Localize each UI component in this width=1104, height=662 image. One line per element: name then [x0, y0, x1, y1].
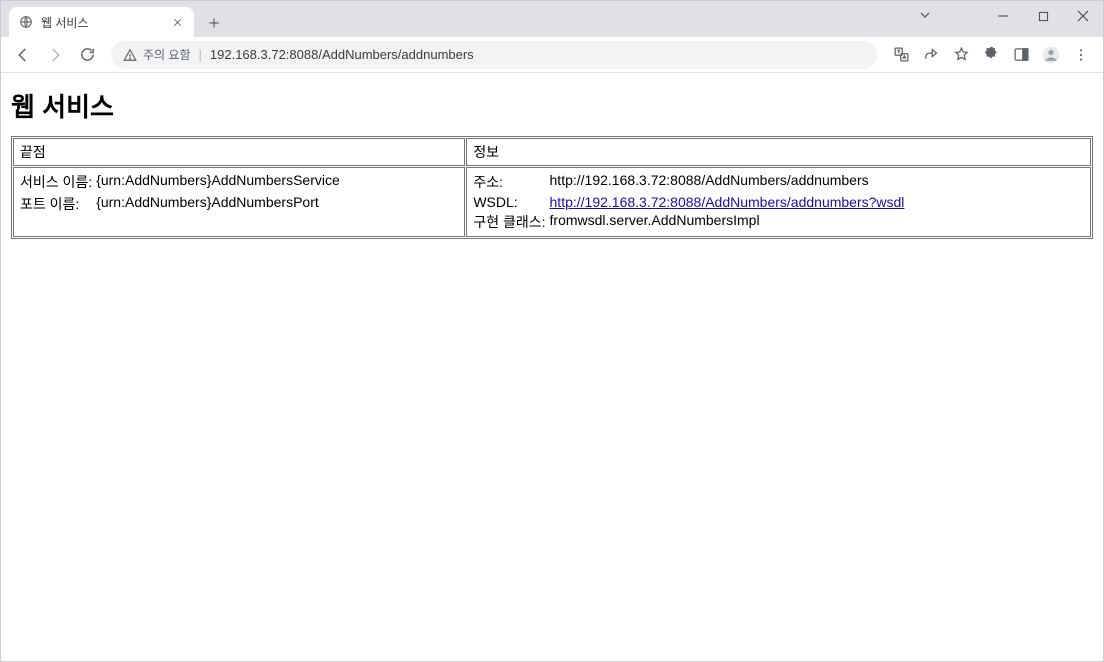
- back-button[interactable]: [9, 41, 37, 69]
- menu-button[interactable]: [1067, 41, 1095, 69]
- window-titlebar: 웹 서비스: [1, 1, 1103, 37]
- impl-class-label: 구현 클래스:: [473, 211, 549, 233]
- address-value: http://192.168.3.72:8088/AddNumbers/addn…: [550, 171, 909, 193]
- omnibox-separator: |: [199, 47, 202, 62]
- page-title: 웹 서비스: [11, 87, 1093, 124]
- port-name-value: {urn:AddNumbers}AddNumbersPort: [96, 193, 344, 215]
- table-row: 서비스 이름: {urn:AddNumbers}AddNumbersServic…: [13, 167, 1091, 237]
- impl-class-value: fromwsdl.server.AddNumbersImpl: [550, 211, 909, 233]
- page-content: 웹 서비스 끝점 정보 서비스 이름: {urn:AddNumbers}AddN…: [1, 73, 1103, 247]
- reload-button[interactable]: [73, 41, 101, 69]
- endpoint-cell: 서비스 이름: {urn:AddNumbers}AddNumbersServic…: [13, 167, 465, 237]
- share-button[interactable]: [917, 41, 945, 69]
- globe-icon: [19, 15, 33, 29]
- sidepanel-button[interactable]: [1007, 41, 1035, 69]
- address-label: 주소:: [473, 171, 549, 193]
- warning-icon: [123, 48, 137, 62]
- tab-title: 웹 서비스: [41, 14, 162, 31]
- tab-close-icon[interactable]: [170, 15, 184, 29]
- address-bar[interactable]: 주의 요함 | 192.168.3.72:8088/AddNumbers/add…: [111, 41, 877, 69]
- col-header-info: 정보: [466, 138, 1091, 166]
- col-header-endpoint: 끝점: [13, 138, 465, 166]
- window-maximize-button[interactable]: [1023, 1, 1063, 31]
- extensions-button[interactable]: [977, 41, 1005, 69]
- security-indicator[interactable]: 주의 요함: [123, 46, 191, 63]
- window-close-button[interactable]: [1063, 1, 1103, 31]
- service-name-value: {urn:AddNumbers}AddNumbersService: [96, 171, 344, 193]
- port-name-label: 포트 이름:: [20, 193, 96, 215]
- window-minimize-button[interactable]: [983, 1, 1023, 31]
- table-header-row: 끝점 정보: [13, 138, 1091, 166]
- new-tab-button[interactable]: [200, 9, 228, 37]
- wsdl-link[interactable]: http://192.168.3.72:8088/AddNumbers/addn…: [550, 194, 905, 210]
- omnibox-url: 192.168.3.72:8088/AddNumbers/addnumbers: [210, 47, 474, 62]
- browser-toolbar: 주의 요함 | 192.168.3.72:8088/AddNumbers/add…: [1, 37, 1103, 73]
- webservice-table: 끝점 정보 서비스 이름: {urn:AddNumbers}AddNumbers…: [11, 136, 1093, 239]
- forward-button[interactable]: [41, 41, 69, 69]
- profile-button[interactable]: [1037, 41, 1065, 69]
- translate-button[interactable]: [887, 41, 915, 69]
- bookmark-button[interactable]: [947, 41, 975, 69]
- security-label: 주의 요함: [143, 46, 191, 63]
- browser-tab[interactable]: 웹 서비스: [9, 7, 194, 37]
- window-controls: [983, 1, 1103, 31]
- wsdl-label: WSDL:: [473, 193, 549, 211]
- info-cell: 주소: http://192.168.3.72:8088/AddNumbers/…: [466, 167, 1091, 237]
- service-name-label: 서비스 이름:: [20, 171, 96, 193]
- tab-search-button[interactable]: [917, 7, 933, 23]
